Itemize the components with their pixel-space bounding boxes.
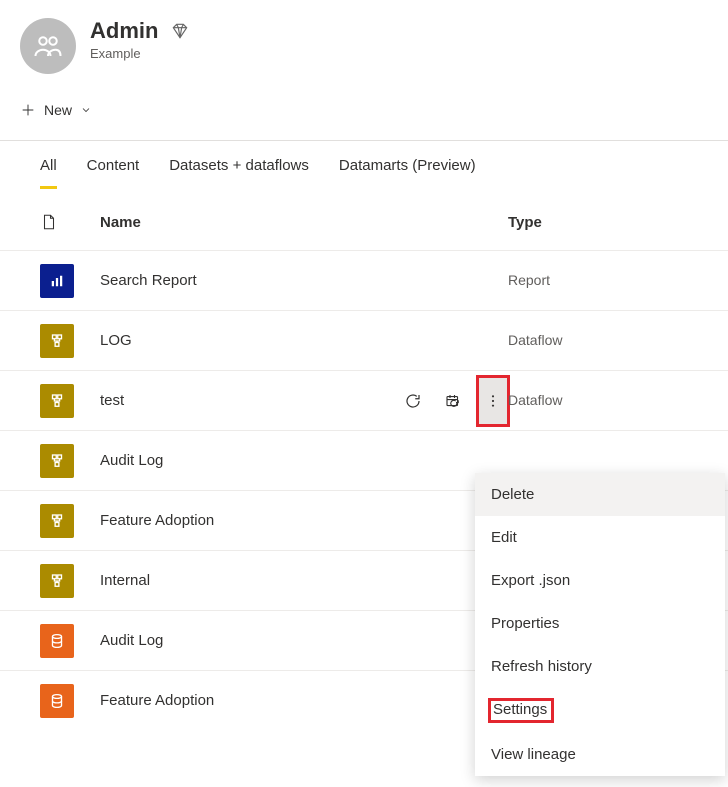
- chevron-down-icon: [80, 104, 92, 116]
- table-row[interactable]: LOG Dataflow: [0, 310, 728, 370]
- table-row[interactable]: Search Report Report: [0, 250, 728, 310]
- tab-content[interactable]: Content: [87, 157, 140, 189]
- dataflow-icon: [40, 384, 74, 418]
- table-row[interactable]: test Dataflow: [0, 370, 728, 430]
- schedule-refresh-button[interactable]: [442, 390, 464, 412]
- dataflow-icon: [40, 324, 74, 358]
- item-name[interactable]: Internal: [100, 572, 150, 589]
- workspace-header: Admin Example: [0, 0, 728, 84]
- report-icon: [40, 264, 74, 298]
- item-name[interactable]: Feature Adoption: [100, 512, 214, 529]
- toolbar: New: [0, 84, 728, 140]
- plus-icon: [20, 102, 36, 118]
- tab-all[interactable]: All: [40, 157, 57, 189]
- datamart-icon: [40, 684, 74, 718]
- context-view-lineage[interactable]: View lineage: [475, 733, 725, 776]
- column-type-header[interactable]: Type: [508, 214, 688, 231]
- item-type: Dataflow: [508, 332, 562, 348]
- file-icon: [40, 212, 58, 232]
- context-menu: Delete Edit Export .json Properties Refr…: [475, 473, 725, 776]
- item-name[interactable]: Feature Adoption: [100, 692, 214, 709]
- context-settings-label: Settings: [491, 701, 551, 720]
- premium-diamond-icon: [170, 21, 190, 41]
- column-name-header[interactable]: Name: [100, 214, 508, 231]
- item-type: Report: [508, 272, 550, 288]
- refresh-button[interactable]: [402, 390, 424, 412]
- item-name[interactable]: LOG: [100, 332, 132, 349]
- tabs: All Content Datasets + dataflows Datamar…: [0, 141, 728, 190]
- row-actions: [402, 390, 478, 412]
- tab-datamarts[interactable]: Datamarts (Preview): [339, 157, 476, 189]
- workspace-title: Admin: [90, 18, 158, 44]
- item-name[interactable]: Search Report: [100, 272, 197, 289]
- item-name[interactable]: Audit Log: [100, 452, 163, 469]
- context-edit[interactable]: Edit: [475, 516, 725, 559]
- more-vertical-icon: [485, 393, 501, 409]
- context-refresh-history[interactable]: Refresh history: [475, 645, 725, 688]
- item-name[interactable]: test: [100, 392, 402, 409]
- dataflow-icon: [40, 504, 74, 538]
- item-type: Dataflow: [508, 392, 562, 408]
- context-properties[interactable]: Properties: [475, 602, 725, 645]
- context-export-json[interactable]: Export .json: [475, 559, 725, 602]
- refresh-icon: [404, 392, 422, 410]
- new-button-label: New: [44, 102, 72, 118]
- table-header: Name Type: [0, 190, 728, 250]
- schedule-icon: [444, 392, 462, 410]
- more-options-button[interactable]: [478, 377, 508, 425]
- context-delete[interactable]: Delete: [475, 473, 725, 516]
- new-button[interactable]: New: [16, 98, 96, 122]
- dataflow-icon: [40, 444, 74, 478]
- group-icon: [33, 31, 63, 61]
- item-name[interactable]: Audit Log: [100, 632, 163, 649]
- datamart-icon: [40, 624, 74, 658]
- workspace-subtitle: Example: [90, 46, 190, 61]
- workspace-avatar: [20, 18, 76, 74]
- context-settings[interactable]: Settings: [475, 688, 725, 733]
- tab-datasets-dataflows[interactable]: Datasets + dataflows: [169, 157, 309, 189]
- dataflow-icon: [40, 564, 74, 598]
